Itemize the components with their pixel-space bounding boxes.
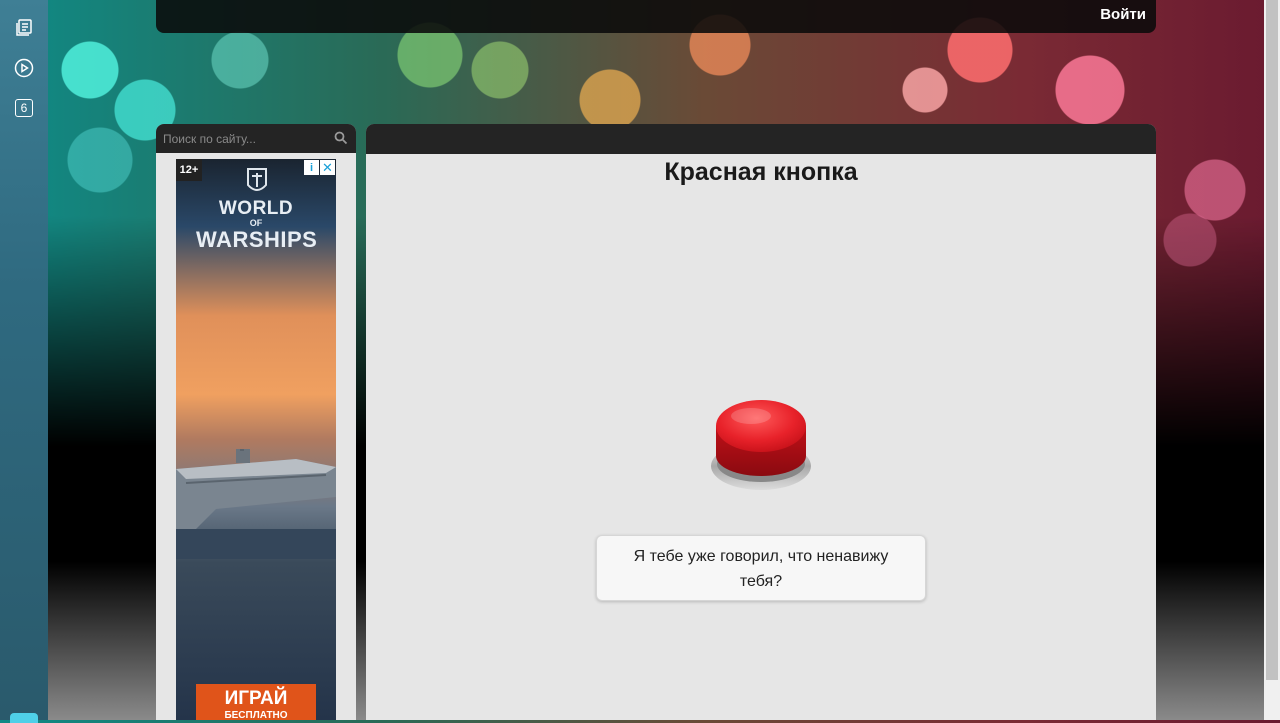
scrollbar[interactable] [1264,0,1280,720]
play-icon[interactable] [12,56,36,80]
cta-main-label: ИГРАЙ [224,688,288,709]
play-free-button[interactable]: ИГРАЙ БЕСПЛАТНО [196,684,316,720]
top-bar: Войти [156,0,1156,33]
main-content: Красная кнопка Я тебе уже говорил, что н… [366,124,1156,720]
search-form [156,124,356,153]
chat-widget-tab[interactable] [10,713,38,723]
message-text: Я тебе уже говорил, что ненавижу тебя? [633,548,889,590]
ad-close-icon[interactable]: ✕ [320,160,335,175]
notifications-counter[interactable]: 6 [12,96,36,120]
search-icon[interactable] [334,131,348,145]
red-button[interactable] [709,396,813,494]
ship-illustration [176,449,336,559]
ad-logo-line1: WORLD [218,198,294,219]
page-title: Красная кнопка [664,158,858,186]
login-link[interactable]: Войти [1100,6,1146,23]
scrollbar-thumb[interactable] [1266,0,1278,680]
anchor-icon [247,168,267,191]
main-header-bar [366,124,1156,154]
ad-logo: WORLD OF WARSHIPS [196,168,318,252]
news-icon[interactable] [12,16,36,40]
left-rail: 6 [0,0,48,723]
search-input[interactable] [156,124,326,153]
counter-badge: 6 [15,99,33,117]
ad-logo-line3: WARSHIPS [196,227,318,252]
sidebar: 12+ i ✕ WORLD OF WARSHIPS ИГРАЙ БЕСПЛАТН… [156,124,356,720]
message-box: Я тебе уже говорил, что ненавижу тебя? [596,535,926,601]
ad-banner[interactable]: 12+ i ✕ WORLD OF WARSHIPS ИГРАЙ БЕСПЛАТН… [176,159,336,720]
cta-sub-label: БЕСПЛАТНО [224,710,288,720]
